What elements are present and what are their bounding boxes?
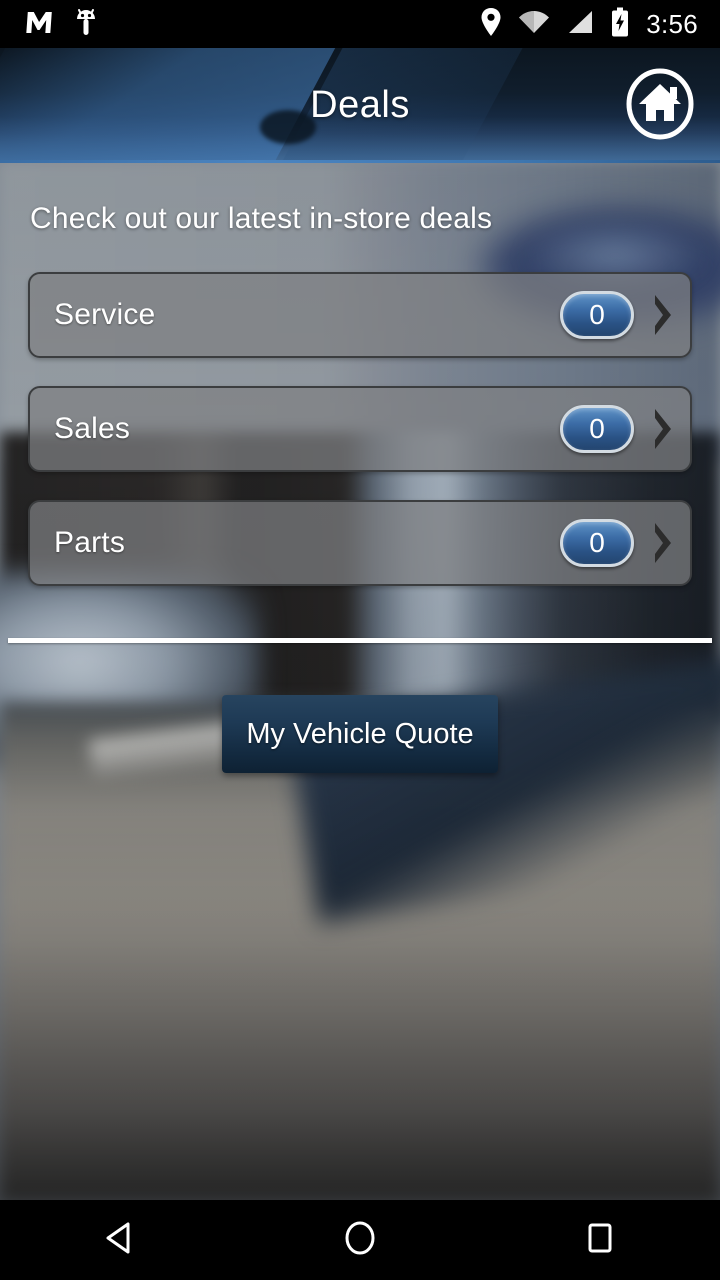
deals-subtitle: Check out our latest in-store deals: [30, 202, 493, 235]
deal-label: Parts: [54, 526, 126, 559]
deal-row-trailing: 0: [560, 405, 690, 453]
app-screen: 3:56 Deals Check out our latest in-store…: [0, 0, 720, 1280]
battery-charging-icon: [610, 7, 630, 42]
wifi-icon: [518, 9, 550, 40]
nav-recents-button[interactable]: [540, 1200, 660, 1280]
deal-count-badge: 0: [560, 519, 634, 567]
main-content: Check out our latest in-store deals Serv…: [0, 162, 720, 1200]
header-accent-line: [0, 160, 720, 163]
status-bar: 3:56: [0, 0, 720, 48]
app-header: Deals: [0, 48, 720, 162]
nav-home-button[interactable]: [300, 1200, 420, 1280]
location-pin-icon: [480, 7, 502, 42]
gmail-m-icon: [26, 9, 54, 40]
deal-row-trailing: 0: [560, 291, 690, 339]
deals-list: Service 0 Sales 0 Parts 0: [28, 272, 692, 614]
my-vehicle-quote-button[interactable]: My Vehicle Quote: [222, 695, 498, 773]
chevron-right-icon: [650, 520, 676, 566]
back-triangle-icon: [100, 1218, 140, 1263]
deal-row-parts[interactable]: Parts 0: [28, 500, 692, 586]
nav-back-button[interactable]: [60, 1200, 180, 1280]
deal-count-badge: 0: [560, 405, 634, 453]
android-navigation-bar: [0, 1200, 720, 1280]
deal-row-service[interactable]: Service 0: [28, 272, 692, 358]
page-title: Deals: [310, 83, 410, 126]
deal-row-trailing: 0: [560, 519, 690, 567]
android-debug-icon: [74, 7, 98, 42]
deal-count-badge: 0: [560, 291, 634, 339]
cellular-signal-icon: [566, 9, 594, 40]
status-bar-system-icons: 3:56: [480, 7, 720, 42]
chevron-right-icon: [650, 406, 676, 452]
status-bar-notifications: [0, 7, 98, 42]
deal-label: Sales: [54, 412, 131, 445]
recents-square-icon: [580, 1218, 620, 1263]
deal-row-sales[interactable]: Sales 0: [28, 386, 692, 472]
chevron-right-icon: [650, 292, 676, 338]
status-bar-clock: 3:56: [646, 8, 698, 39]
home-circle-icon: [340, 1218, 380, 1263]
deal-label: Service: [54, 298, 156, 331]
section-divider: [8, 638, 712, 643]
header-home-button[interactable]: [624, 68, 696, 145]
home-icon: [624, 68, 696, 145]
